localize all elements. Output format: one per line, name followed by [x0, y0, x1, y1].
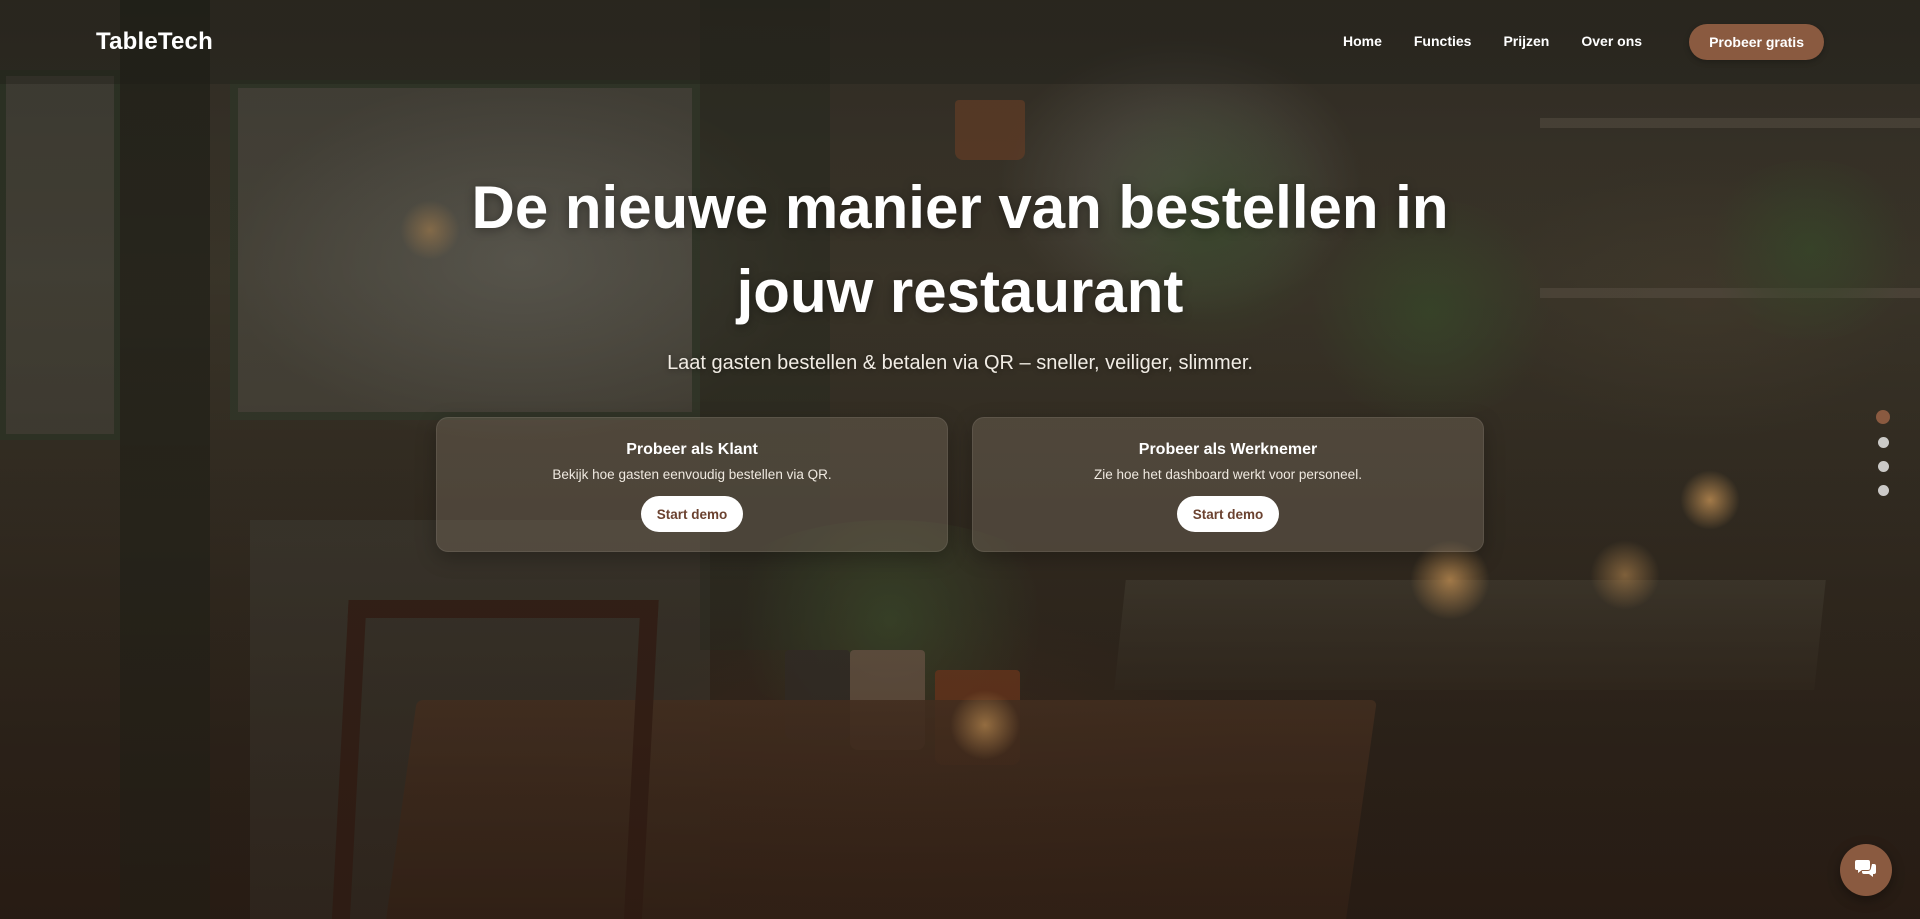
start-demo-customer-button[interactable]: Start demo	[640, 496, 744, 532]
nav-right: Home Functies Prijzen Over ons Probeer g…	[1343, 24, 1824, 60]
chat-button[interactable]	[1840, 844, 1892, 896]
start-demo-employee-button[interactable]: Start demo	[1176, 496, 1280, 532]
slider-dots	[1876, 410, 1890, 496]
brand-logo[interactable]: TableTech	[96, 28, 213, 56]
nav-links: Home Functies Prijzen Over ons	[1343, 33, 1642, 51]
slider-dot-3[interactable]	[1877, 461, 1889, 472]
hero-section: TableTech Home Functies Prijzen Over ons…	[0, 0, 1920, 919]
hero-subtitle: Laat gasten bestellen & betalen via QR –…	[667, 352, 1253, 374]
slider-dot-1[interactable]	[1876, 410, 1890, 424]
demo-cards: Probeer als Klant Bekijk hoe gasten eenv…	[436, 417, 1484, 552]
nav-link-over-ons[interactable]: Over ons	[1581, 33, 1642, 49]
navbar: TableTech Home Functies Prijzen Over ons…	[0, 0, 1920, 84]
try-free-button[interactable]: Probeer gratis	[1689, 24, 1824, 60]
nav-link-prijzen[interactable]: Prijzen	[1503, 33, 1549, 49]
slider-dot-2[interactable]	[1877, 437, 1889, 448]
nav-link-home[interactable]: Home	[1343, 33, 1382, 49]
chat-bubbles-icon	[1855, 858, 1877, 883]
slider-dot-4[interactable]	[1877, 485, 1889, 496]
card-text: Bekijk hoe gasten eenvoudig bestellen vi…	[552, 467, 832, 482]
nav-link-functies[interactable]: Functies	[1414, 33, 1472, 49]
hero-title: De nieuwe manier van bestellen in jouw r…	[471, 174, 1449, 325]
hero-content: De nieuwe manier van bestellen in jouw r…	[0, 166, 1920, 375]
card-text: Zie hoe het dashboard werkt voor persone…	[1094, 467, 1362, 482]
card-title: Probeer als Werknemer	[1138, 441, 1318, 458]
card-title: Probeer als Klant	[626, 441, 758, 458]
demo-card-employee: Probeer als Werknemer Zie hoe het dashbo…	[972, 417, 1484, 552]
demo-card-customer: Probeer als Klant Bekijk hoe gasten eenv…	[436, 417, 948, 552]
